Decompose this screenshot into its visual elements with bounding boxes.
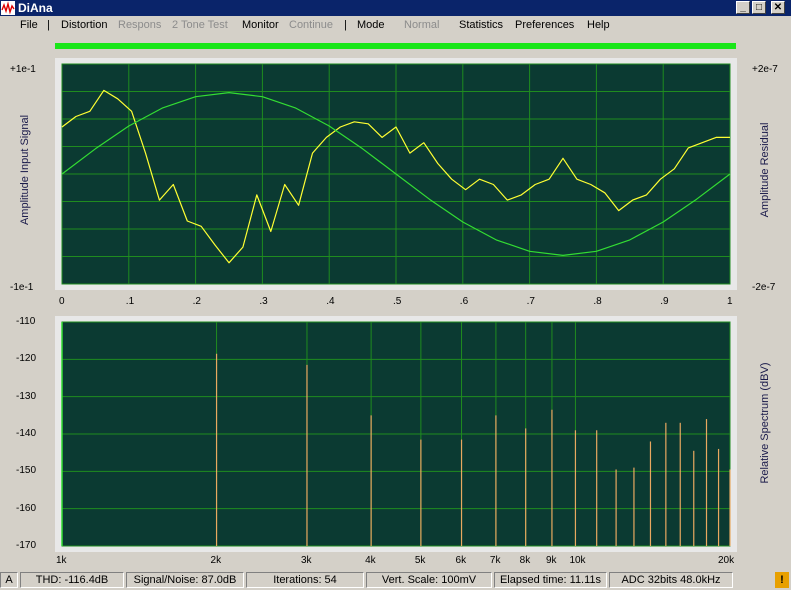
menu-continue[interactable]: Continue (289, 18, 333, 33)
status-cell: Elapsed time: 11.11s (494, 572, 607, 588)
maximize-button[interactable]: □ (752, 1, 766, 14)
x-tick-label: 10k (569, 555, 586, 566)
x-tick-label: 8k (519, 555, 531, 566)
menu-preferences[interactable]: Preferences (515, 18, 574, 33)
y-left-top-label: +1e-1 (10, 64, 36, 75)
status-cell: Iterations: 54 (246, 572, 364, 588)
y-tick-label: -120 (16, 353, 37, 365)
spectrum-y-title: Relative Spectrum (dBV) (759, 362, 771, 484)
x-tick-label: 1 (727, 296, 733, 307)
menu-bar: File | Distortion Respons 2 Tone Test Mo… (0, 16, 791, 35)
y-tick-label: -150 (16, 465, 37, 477)
spectrum-y-axis: -110 -120 -130 -140 -150 -160 -170 (0, 314, 50, 554)
y-tick-label: -160 (16, 502, 37, 514)
y-left-bottom-label: -1e-1 (10, 282, 34, 293)
status-cell: ADC 32bits 48.0kHz (609, 572, 733, 588)
y-right-top-label: +2e-7 (752, 64, 778, 75)
x-tick-label: .7 (526, 296, 535, 307)
y-right-title: Amplitude Residual (759, 122, 771, 218)
minimize-button[interactable]: _ (736, 1, 750, 14)
y-right-bottom-label: -2e-7 (752, 282, 776, 293)
x-tick-label: .5 (393, 296, 402, 307)
status-cell: THD: -116.4dB (20, 572, 124, 588)
menu-normal[interactable]: Normal (404, 18, 439, 33)
x-tick-label: 7k (489, 555, 501, 566)
app-icon (1, 1, 15, 15)
close-button[interactable]: ✕ (771, 1, 785, 14)
y-tick-label: -140 (16, 428, 37, 439)
spectrum-plot (55, 316, 737, 552)
x-tick-label: 5k (414, 555, 426, 566)
x-tick-label: 6k (455, 555, 467, 566)
x-tick-label: 9k (545, 555, 557, 566)
menu-2-tone-test[interactable]: 2 Tone Test (172, 18, 228, 33)
y-left-title: Amplitude Input Signal (19, 114, 31, 226)
menu-monitor[interactable]: Monitor (242, 18, 279, 33)
x-tick-label: 1k (56, 555, 67, 566)
x-tick-label: 0 (59, 296, 65, 307)
time-domain-panel: +1e-1 -1e-1 +2e-7 -2e-7 Amplitude Input … (0, 52, 791, 314)
status-cell: Signal/Noise: 87.0dB (126, 572, 244, 588)
y-tick-label: -170 (16, 540, 37, 551)
spectrum-x-axis: 1k 2k 3k 4k 5k 6k 7k 8k 9k 10k 20k (0, 555, 791, 569)
menu-statistics[interactable]: Statistics (459, 18, 503, 33)
x-tick-label: 2k (210, 555, 222, 566)
x-tick-label: 20k (718, 555, 735, 566)
x-tick-label: .2 (192, 296, 201, 307)
menu-respons[interactable]: Respons (118, 18, 161, 33)
y-tick-label: -110 (16, 316, 36, 327)
status-cell: Vert. Scale: 100mV (366, 572, 492, 588)
y-tick-label: -130 (16, 390, 37, 402)
x-tick-label: .8 (593, 296, 602, 307)
x-tick-label: .6 (459, 296, 469, 307)
spectrum-panel: -110 -120 -130 -140 -150 -160 -170 Relative Sp… (0, 314, 791, 570)
time-domain-plot (55, 58, 737, 290)
menu-help[interactable]: Help (587, 18, 610, 33)
x-tick-label: .3 (259, 296, 268, 307)
menu-mode[interactable]: Mode (357, 18, 385, 33)
menu-separator: | (344, 19, 347, 31)
menu-separator: | (47, 19, 50, 31)
warning-icon[interactable]: ! (775, 572, 789, 588)
menu-file[interactable]: File (20, 18, 38, 33)
window-title: DiAna (18, 1, 53, 15)
status-cell: A (0, 572, 18, 588)
title-bar: DiAna _ □ ✕ (0, 0, 791, 16)
x-tick-label: 4k (365, 555, 376, 566)
x-tick-label: .1 (125, 296, 135, 307)
x-tick-label: .4 (326, 296, 335, 307)
x-tick-label: 3k (300, 555, 312, 566)
x-tick-label: .9 (660, 296, 669, 307)
progress-bar (55, 43, 736, 49)
menu-distortion[interactable]: Distortion (61, 18, 107, 33)
time-domain-x-axis: 0 .1 .2 .3 .4 .5 .6 .7 .8 .9 1 (0, 296, 791, 310)
progress-fill (55, 43, 736, 49)
status-bar: ! A THD: -116.4dB Signal/Noise: 87.0dB Iter… (0, 570, 791, 590)
